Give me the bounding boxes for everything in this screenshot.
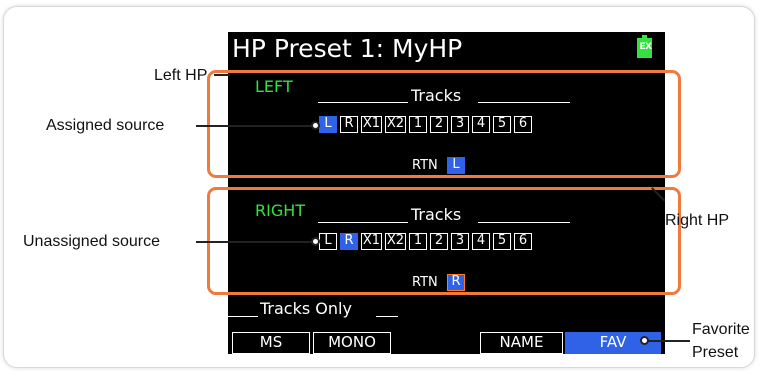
tracks-only-rule-left — [228, 316, 258, 317]
battery-icon: EX — [637, 35, 652, 58]
title-bar: HP Preset 1: MyHP EX — [228, 32, 665, 66]
page-title: HP Preset 1: MyHP — [232, 34, 463, 63]
name-softkey[interactable]: NAME — [480, 332, 563, 354]
assigned-source-leader — [196, 125, 314, 127]
favorite-preset-leader — [648, 340, 690, 342]
favorite-preset-dot — [640, 336, 649, 345]
battery-label: EX — [639, 42, 652, 52]
assigned-source-dot — [311, 121, 320, 130]
unassigned-source-dot — [311, 237, 320, 246]
mono-softkey[interactable]: MONO — [313, 332, 391, 354]
tracks-only-rule-right — [376, 316, 398, 317]
tracks-only-label: Tracks Only — [260, 299, 352, 318]
left-hp-leader — [214, 74, 230, 76]
favorite-preset-callout-line2: Preset — [692, 344, 739, 361]
right-hp-callout: Right HP — [665, 212, 730, 229]
assigned-source-callout: Assigned source — [46, 117, 165, 134]
unassigned-source-leader — [196, 241, 314, 243]
ms-softkey[interactable]: MS — [232, 332, 310, 354]
left-hp-callout: Left HP — [154, 67, 208, 84]
left-hp-highlight — [207, 70, 681, 178]
unassigned-source-callout: Unassigned source — [23, 233, 160, 250]
favorite-preset-callout-line1: Favorite — [692, 321, 750, 338]
